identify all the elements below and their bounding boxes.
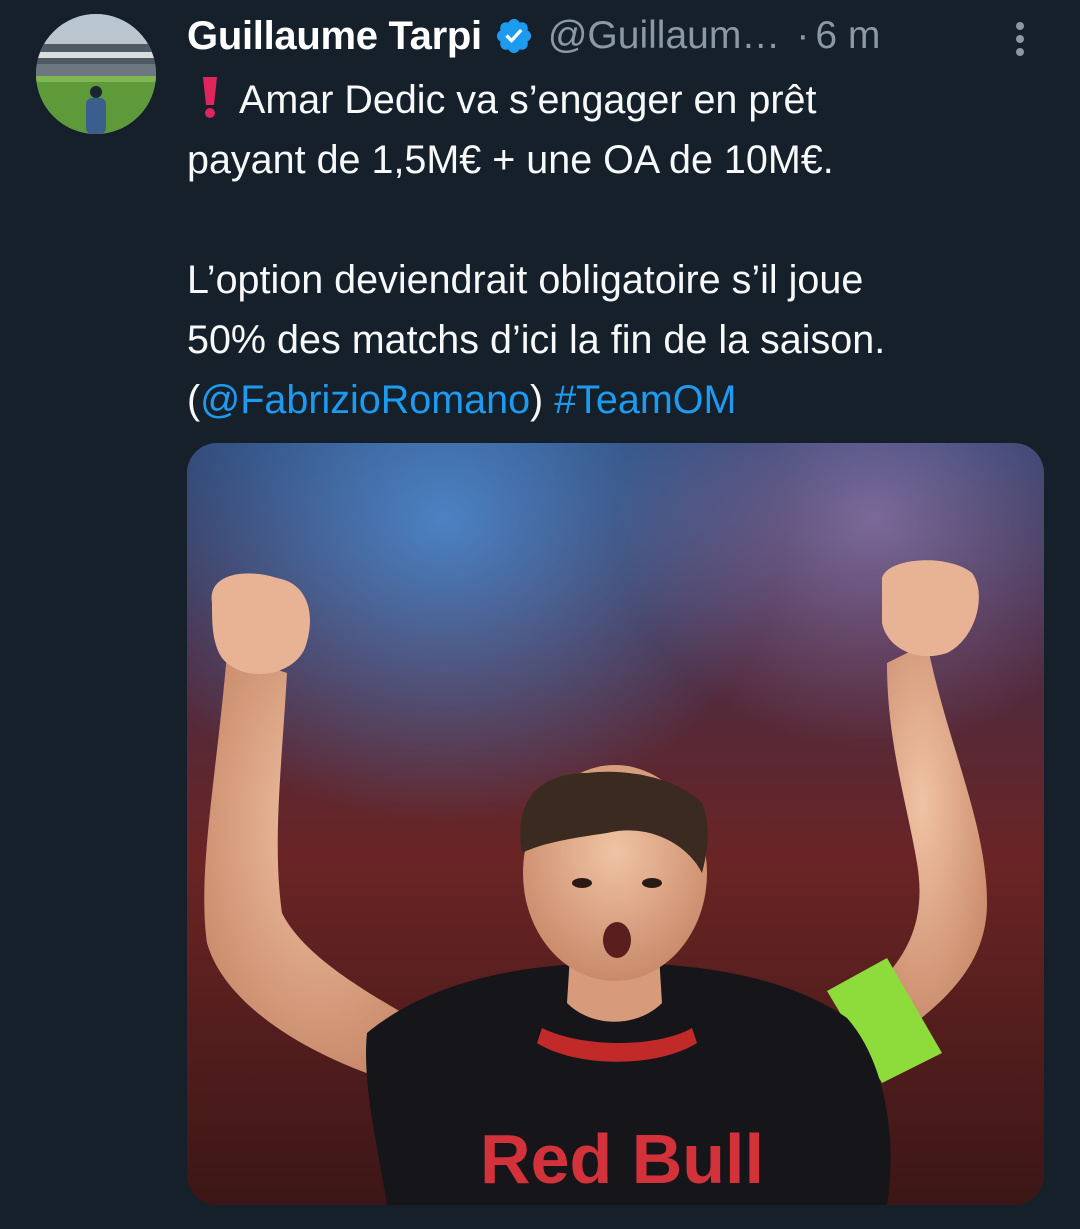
tweet-media-image[interactable]: Red Bull bbox=[187, 443, 1044, 1205]
tweet-text-line1: Amar Dedic va s’engager en prêt bbox=[239, 78, 817, 122]
hashtag-link[interactable]: #TeamOM bbox=[554, 378, 736, 422]
tweet[interactable]: Guillaume Tarpi @Guillaum… · 6 m Amar De… bbox=[0, 0, 1080, 1229]
tweet-line-3: L’option deviendrait obligatoire s’il jo… bbox=[187, 250, 1047, 310]
tweet-text: Amar Dedic va s’engager en prêt payant d… bbox=[187, 70, 1047, 430]
tweet-header: Guillaume Tarpi @Guillaum… · 6 m bbox=[187, 8, 1047, 64]
more-vertical-icon[interactable] bbox=[1005, 14, 1035, 64]
handle[interactable]: @Guillaum… bbox=[548, 14, 780, 58]
tweet-text-line2: payant de 1,5M€ + une OA de 10M€. bbox=[187, 138, 834, 182]
tweet-text-line4: 50% des matchs d’ici la fin de la saison… bbox=[187, 318, 886, 362]
mention-link[interactable]: @FabrizioRomano bbox=[200, 378, 530, 422]
avatar[interactable] bbox=[36, 14, 156, 134]
timestamp[interactable]: 6 m bbox=[815, 14, 880, 58]
tweet-text-line3: L’option deviendrait obligatoire s’il jo… bbox=[187, 258, 864, 302]
open-paren: ( bbox=[187, 378, 201, 422]
red-exclamation-icon bbox=[199, 75, 221, 119]
close-paren: ) bbox=[530, 378, 544, 422]
tweet-line-4: 50% des matchs d’ici la fin de la saison… bbox=[187, 310, 1047, 370]
media-sponsor-text: Red Bull bbox=[480, 1120, 764, 1198]
tweet-line-1: Amar Dedic va s’engager en prêt bbox=[187, 70, 1047, 130]
separator-dot: · bbox=[796, 14, 810, 57]
verified-badge-icon bbox=[494, 16, 534, 56]
display-name[interactable]: Guillaume Tarpi bbox=[187, 14, 482, 59]
tweet-line-2: payant de 1,5M€ + une OA de 10M€. bbox=[187, 130, 1047, 190]
tweet-line-5: (@FabrizioRomano) #TeamOM bbox=[187, 370, 1047, 430]
